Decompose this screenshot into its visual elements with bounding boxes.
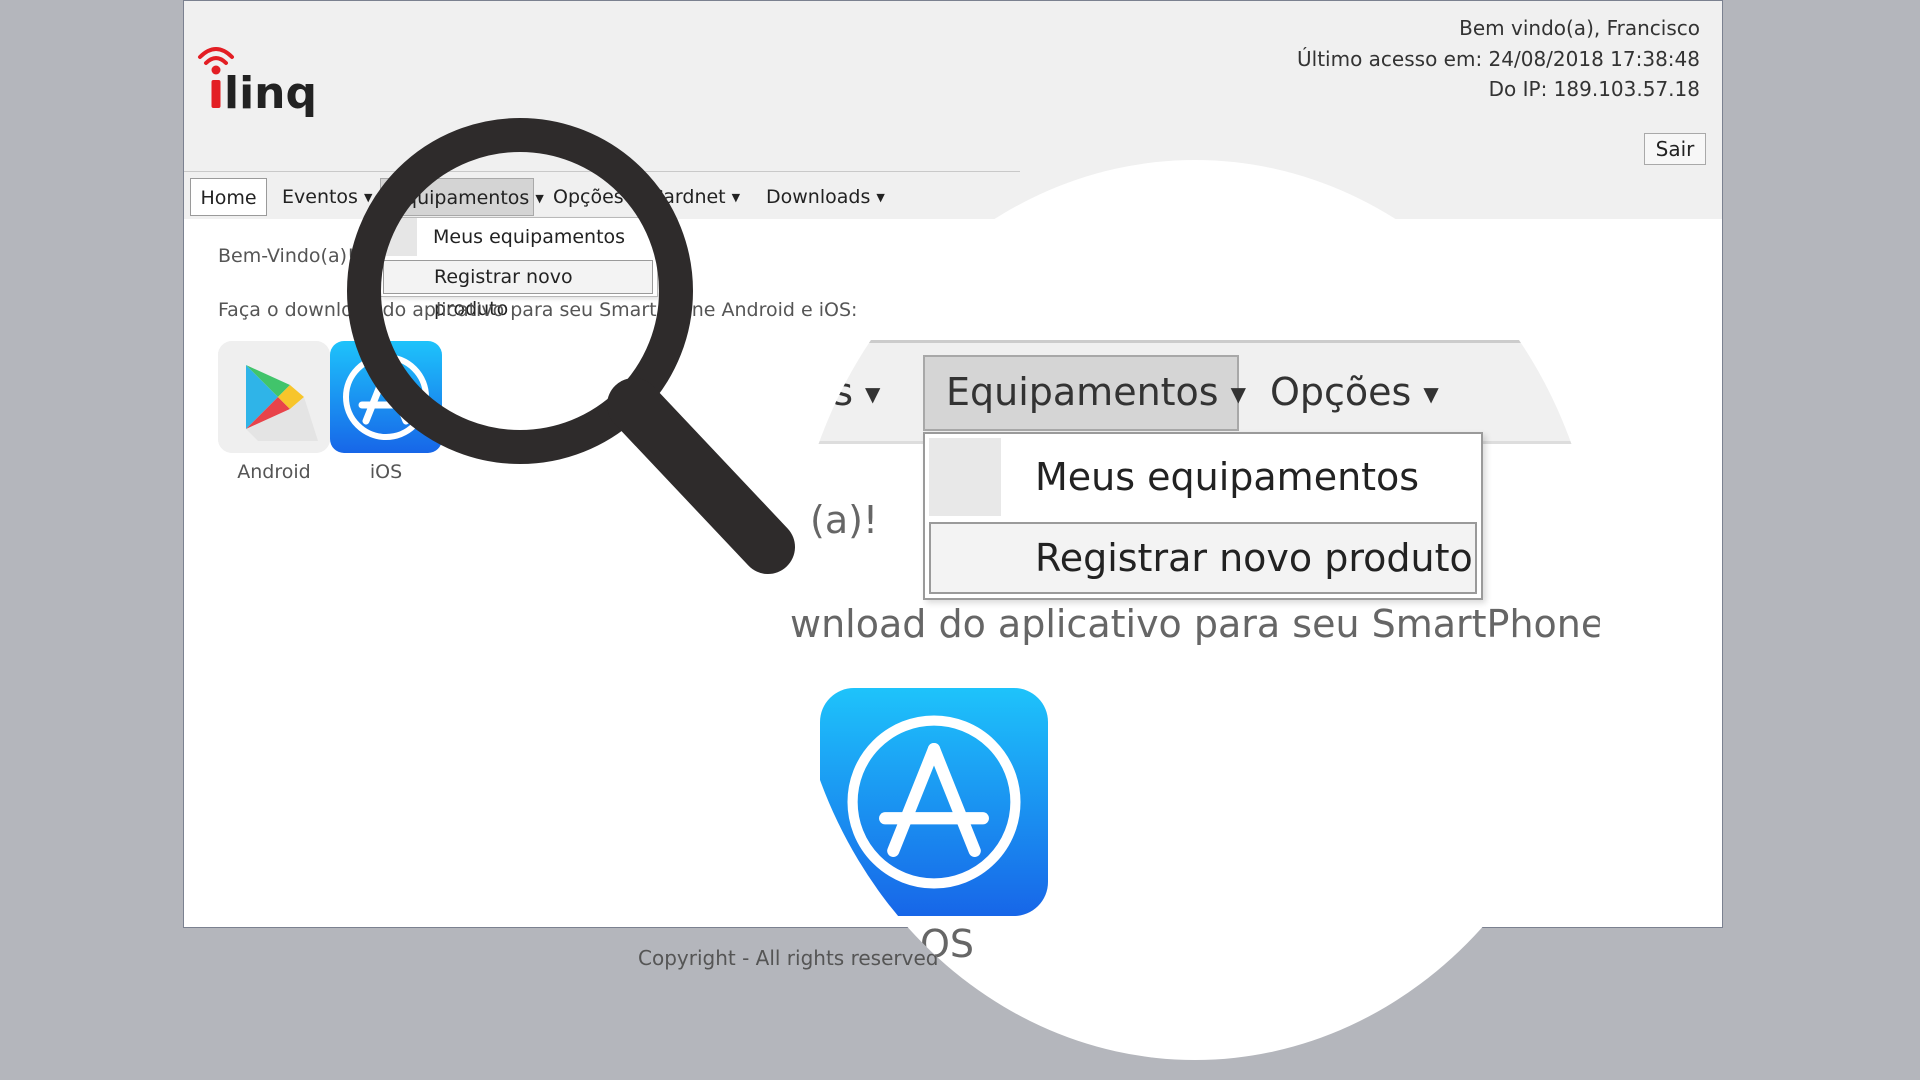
last-access-text: Último acesso em: 24/08/2018 17:38:48 — [1297, 46, 1700, 71]
nav-downloads-label: Downloads — [766, 186, 871, 208]
nav-home[interactable]: Home — [190, 178, 267, 216]
welcome-text: Bem-Vindo(a)! — [218, 245, 355, 267]
caret-down-icon: ▼ — [1230, 382, 1246, 406]
nav-equipamentos[interactable]: Equipamentos ▼ — [380, 178, 544, 216]
menu-icon-gutter — [381, 218, 417, 256]
main-nav: Home Eventos ▼ Equipamentos ▼ Opções ▼ Card… — [184, 171, 1020, 220]
zoom-nav-equipamentos-label: Equipamentos — [946, 370, 1219, 414]
iling-logo[interactable]: linq — [194, 31, 344, 127]
nav-cardnet[interactable]: Cardnet ▼ — [650, 178, 740, 216]
caret-down-icon: ▼ — [363, 191, 373, 204]
nav-cardnet-label: Cardnet — [650, 186, 726, 208]
zoom-dropdown: Meus equipamentos Registrar novo produto — [923, 432, 1483, 600]
caret-down-icon: ▼ — [876, 191, 885, 204]
zoom-nav-opcoes-label: Opções — [1270, 370, 1412, 414]
download-prompt: Faça o download do aplicativo para seu S… — [218, 299, 858, 321]
ios-label: iOS — [369, 461, 403, 483]
app-store-icon — [343, 354, 429, 440]
svg-text:linq: linq — [224, 68, 317, 119]
caret-down-icon: ▼ — [1423, 382, 1439, 406]
menu-item-registrar-produto[interactable]: Registrar novo produto — [383, 260, 653, 320]
menu-item-meus-equipamentos[interactable]: Meus equipamentos — [381, 218, 657, 256]
logout-button[interactable]: Sair — [1644, 133, 1706, 165]
zoom-menu-meus-equipamentos: Meus equipamentos — [1035, 455, 1420, 499]
zoom-nav-eventos-label: os — [810, 370, 854, 414]
nav-equipamentos-label: Equipamentos — [393, 187, 530, 209]
zoom-nav-eventos: os ▼ — [810, 356, 880, 434]
ios-download-link[interactable] — [330, 341, 442, 453]
zoom-menu-registrar-produto: Registrar novo produto — [1035, 536, 1473, 580]
android-label: Android — [237, 461, 311, 483]
nav-home-label: Home — [200, 187, 257, 209]
android-download-link[interactable] — [218, 341, 330, 453]
nav-eventos[interactable]: Eventos ▼ — [282, 178, 372, 216]
zoom-download-tail: wnload do aplicativo para seu SmartPhone… — [790, 602, 1600, 646]
caret-down-icon: ▼ — [731, 191, 741, 204]
equipamentos-dropdown: Meus equipamentos Registrar novo produto — [380, 217, 658, 320]
zoom-nav-equipamentos: Equipamentos ▼ — [946, 356, 1246, 434]
menu-item-label: Meus equipamentos — [433, 226, 626, 248]
caret-down-icon: ▼ — [629, 191, 639, 204]
zoom-menu-gutter — [929, 438, 1001, 516]
zoom-nav-opcoes: Opções ▼ — [1270, 356, 1439, 434]
google-play-icon — [218, 341, 330, 453]
nav-eventos-label: Eventos — [282, 186, 358, 208]
copyright-text: Copyright - All rights reserved - — [638, 946, 959, 970]
header-area: linq Bem vindo(a), Francisco Último aces… — [184, 1, 1722, 219]
caret-down-icon: ▼ — [535, 192, 544, 205]
ip-text: Do IP: 189.103.57.18 — [1488, 77, 1700, 101]
user-info: Bem vindo(a), Francisco Último acesso em… — [1297, 13, 1700, 105]
logo-wifi-icon: linq — [198, 47, 317, 119]
zoom-welcome-tail: (a)! — [810, 498, 879, 542]
nav-opcoes-label: Opções — [553, 186, 624, 208]
nav-opcoes[interactable]: Opções ▼ — [553, 178, 638, 216]
zoom-menu-registrar-row: Registrar novo produto — [929, 522, 1477, 594]
zoom-ios-tile — [820, 688, 1048, 916]
zoom-ios-label-tail: OS — [920, 922, 975, 966]
app-store-icon — [847, 715, 1021, 889]
zoom-circle: os ▼ Equipamentos ▼ Opções ▼ Meus equipamen… — [790, 160, 1600, 1060]
welcome-user-text: Bem vindo(a), Francisco — [1459, 16, 1700, 40]
caret-down-icon: ▼ — [865, 382, 881, 406]
nav-downloads[interactable]: Downloads ▼ — [766, 178, 885, 216]
